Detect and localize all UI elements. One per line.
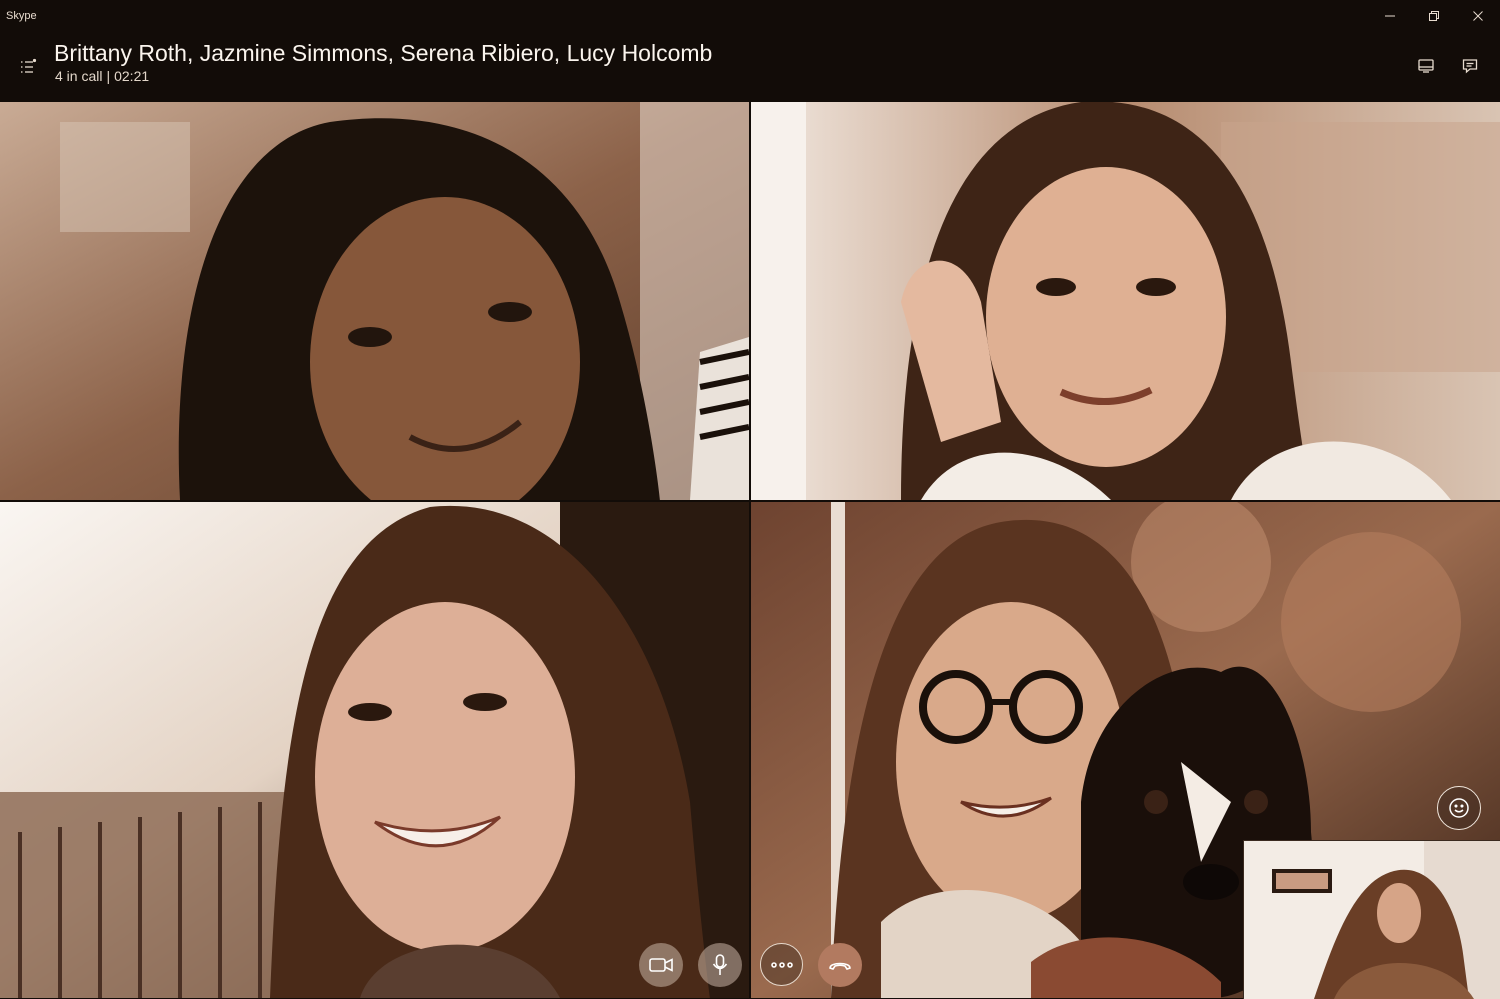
- list-menu-icon: [21, 58, 37, 73]
- participant-video-3: [0, 502, 749, 998]
- mic-toggle-button[interactable]: [698, 943, 742, 987]
- more-options-icon: [770, 961, 793, 968]
- video-camera-icon: [649, 958, 673, 972]
- window-controls: [1368, 0, 1500, 32]
- smiley-icon: [1449, 798, 1469, 818]
- close-button[interactable]: [1456, 0, 1500, 32]
- status-separator: |: [106, 68, 111, 84]
- self-view-preview[interactable]: [1243, 840, 1500, 999]
- call-title: Brittany Roth, Jazmine Simmons, Serena R…: [54, 40, 713, 66]
- chat-button[interactable]: [1457, 54, 1483, 78]
- video-tile-3[interactable]: [0, 502, 749, 998]
- more-options-button[interactable]: [760, 943, 803, 986]
- window-titlebar: Skype: [0, 0, 1500, 32]
- call-header: Brittany Roth, Jazmine Simmons, Serena R…: [0, 32, 1500, 102]
- reactions-button[interactable]: [1437, 786, 1481, 830]
- restore-icon: [1429, 11, 1439, 21]
- video-tile-2[interactable]: [751, 102, 1500, 500]
- hang-up-icon: [829, 962, 851, 970]
- minimize-icon: [1385, 15, 1395, 17]
- screen-layout-icon: [1418, 59, 1434, 73]
- close-icon: [1473, 11, 1483, 21]
- call-status: 4 in call | 02:21: [55, 68, 149, 84]
- microphone-icon: [712, 954, 728, 975]
- participant-count: 4 in call: [55, 68, 103, 84]
- restore-button[interactable]: [1412, 0, 1456, 32]
- video-toggle-button[interactable]: [639, 943, 683, 987]
- minimize-button[interactable]: [1368, 0, 1412, 32]
- chat-icon: [1462, 59, 1478, 74]
- app-name: Skype: [6, 10, 37, 22]
- video-tile-1[interactable]: [0, 102, 749, 500]
- self-video: [1244, 841, 1500, 999]
- list-menu-button[interactable]: [18, 58, 38, 76]
- participant-video-2: [751, 102, 1500, 500]
- end-call-button[interactable]: [818, 943, 862, 987]
- participant-video-1: [0, 102, 749, 500]
- call-layout-button[interactable]: [1413, 54, 1439, 78]
- call-timer: 02:21: [114, 68, 150, 84]
